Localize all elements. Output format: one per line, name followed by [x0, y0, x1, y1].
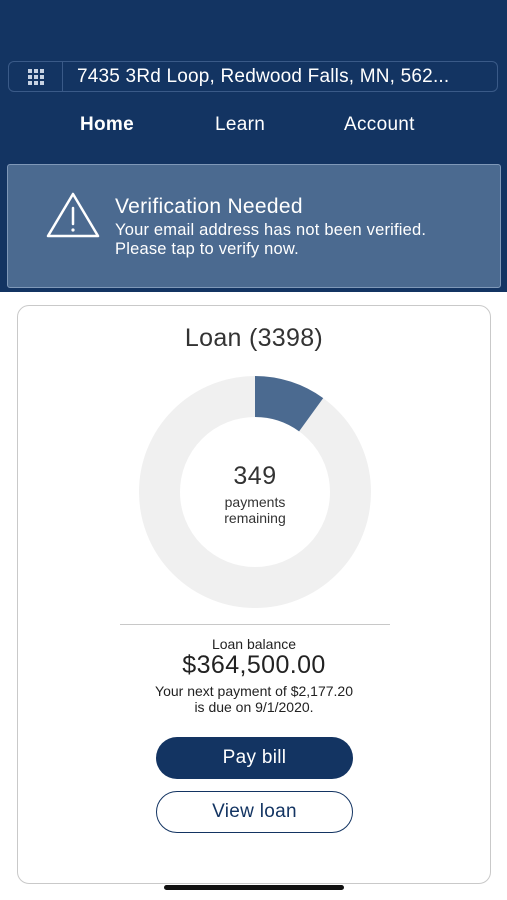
tab-account[interactable]: Account	[344, 114, 415, 136]
app-header: 7435 3Rd Loop, Redwood Falls, MN, 562...…	[0, 0, 507, 292]
payments-remaining-label: payments remaining	[114, 494, 396, 526]
main-nav: Home Learn Account	[0, 114, 507, 142]
loan-balance-value: $364,500.00	[182, 651, 326, 679]
next-payment-info: Your next payment of $2,177.20 is due on…	[18, 683, 490, 715]
payments-label-line1: payments	[224, 494, 286, 510]
payments-remaining-count: 349	[233, 462, 277, 490]
loan-card: Loan (3398) 349 payments remaining Loan …	[17, 305, 491, 884]
home-indicator	[164, 885, 344, 890]
view-loan-button[interactable]: View loan	[156, 791, 353, 833]
property-address[interactable]: 7435 3Rd Loop, Redwood Falls, MN, 562...	[63, 66, 497, 88]
apps-grid-button[interactable]	[9, 62, 63, 91]
property-selector[interactable]: 7435 3Rd Loop, Redwood Falls, MN, 562...	[8, 61, 498, 92]
tab-learn[interactable]: Learn	[215, 114, 265, 136]
tab-home[interactable]: Home	[80, 114, 134, 136]
divider	[120, 624, 390, 625]
banner-message: Your email address has not been verified…	[115, 221, 427, 258]
donut-center: 349 payments remaining	[114, 376, 396, 608]
next-payment-line1: Your next payment of $2,177.20	[155, 683, 353, 699]
pay-bill-button[interactable]: Pay bill	[156, 737, 353, 779]
warning-icon	[46, 192, 100, 238]
payments-label-line2: remaining	[224, 510, 286, 526]
loan-balance-label: Loan balance	[211, 636, 297, 652]
verification-banner[interactable]: Verification Needed Your email address h…	[7, 164, 501, 288]
apps-grid-icon	[27, 68, 44, 85]
banner-title: Verification Needed	[115, 195, 303, 218]
loan-title: Loan (3398)	[184, 324, 324, 352]
next-payment-line2: is due on 9/1/2020.	[194, 699, 314, 715]
